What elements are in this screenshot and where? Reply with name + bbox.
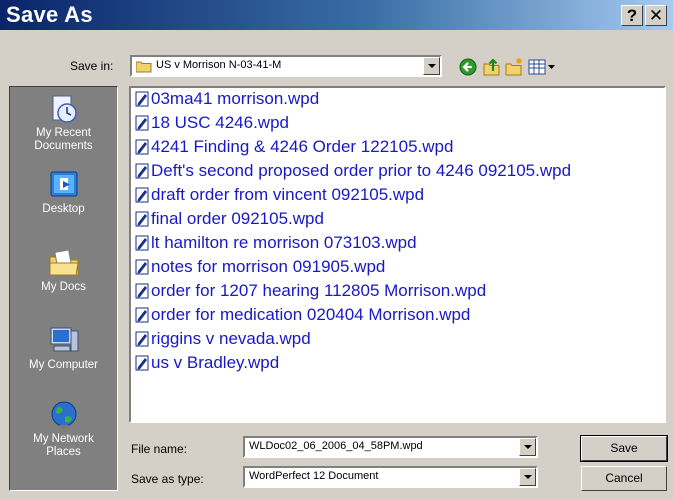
file-name: Deft's second proposed order prior to 42… — [151, 161, 572, 180]
save-as-type-dropdown[interactable]: WordPerfect 12 Document — [243, 466, 538, 488]
file-name: order for medication 020404 Morrison.wpd — [151, 305, 471, 324]
file-name: lt hamilton re morrison 073103.wpd — [151, 233, 417, 252]
place-label: My Network Places — [33, 433, 94, 458]
wpd-file-icon — [135, 115, 149, 131]
file-name-input[interactable]: WLDoc02_06_2006_04_58PM.wpd — [243, 436, 538, 458]
wpd-file-icon — [135, 211, 149, 227]
chevron-down-icon[interactable] — [423, 57, 440, 75]
file-name: draft order from vincent 092105.wpd — [151, 185, 425, 204]
folder-icon — [136, 61, 152, 73]
wpd-file-icon — [135, 355, 149, 371]
place-label: My Recent Documents — [34, 127, 93, 152]
place-desktop[interactable]: Desktop — [10, 169, 117, 216]
chevron-down-icon[interactable] — [519, 438, 536, 456]
my-docs-icon — [49, 249, 79, 276]
file-list[interactable]: 03ma41 morrison.wpd 18 USC 4246.wpd 4241… — [129, 86, 666, 423]
wpd-file-icon — [135, 235, 149, 251]
file-name-label: File name: — [131, 442, 188, 456]
place-label: My Docs — [41, 281, 86, 293]
my-computer-icon — [50, 327, 78, 352]
save-button[interactable]: Save — [580, 435, 668, 462]
recent-documents-icon — [52, 95, 77, 123]
file-name: final order 092105.wpd — [151, 209, 324, 228]
cancel-button[interactable]: Cancel — [581, 466, 667, 491]
save-in-value: US v Morrison N-03-41-M — [156, 59, 282, 71]
file-name: 4241 Finding & 4246 Order 122105.wpd — [151, 137, 454, 156]
wpd-file-icon — [135, 163, 149, 179]
up-folder-icon[interactable] — [482, 57, 502, 77]
place-label: My Computer — [28, 359, 99, 371]
file-name: 03ma41 morrison.wpd — [151, 89, 320, 108]
save-in-dropdown[interactable]: US v Morrison N-03-41-M — [130, 55, 442, 77]
place-my-computer[interactable]: My Computer — [10, 325, 117, 372]
new-folder-icon[interactable] — [504, 57, 524, 77]
file-name: order for 1207 hearing 112805 Morrison.w… — [151, 281, 487, 300]
network-places-icon — [51, 401, 76, 429]
place-recent-documents[interactable]: My Recent Documents — [10, 93, 117, 153]
wpd-file-icon — [135, 91, 149, 107]
place-network[interactable]: My Network Places — [10, 399, 117, 459]
wpd-file-icon — [135, 307, 149, 323]
wpd-file-icon — [135, 187, 149, 203]
place-label: Desktop — [42, 203, 85, 215]
file-name: 18 USC 4246.wpd — [151, 113, 289, 132]
file-name: notes for morrison 091905.wpd — [151, 257, 386, 276]
back-arrow-icon[interactable] — [458, 57, 478, 77]
save-as-type-value: WordPerfect 12 Document — [249, 470, 379, 482]
place-my-docs[interactable]: My Docs — [10, 247, 117, 294]
wpd-file-icon — [135, 259, 149, 275]
title-bar[interactable]: Save As ? ✕ — [0, 0, 673, 30]
help-button[interactable]: ? — [621, 5, 643, 26]
file-name: us v Bradley.wpd — [151, 353, 280, 372]
save-as-type-label: Save as type: — [131, 472, 204, 486]
places-bar: My Recent Documents Desktop My Docs My C… — [9, 86, 118, 491]
wpd-file-icon — [135, 283, 149, 299]
save-in-label: Save in: — [70, 59, 114, 73]
file-name: riggins v nevada.wpd — [151, 329, 311, 348]
wpd-file-icon — [135, 331, 149, 347]
close-button[interactable]: ✕ — [645, 5, 667, 26]
desktop-icon — [50, 171, 77, 197]
chevron-down-icon[interactable] — [519, 468, 536, 486]
file-name-value: WLDoc02_06_2006_04_58PM.wpd — [249, 440, 423, 452]
window-title: Save As — [6, 2, 93, 27]
wpd-file-icon — [135, 139, 149, 155]
views-menu-icon[interactable] — [528, 57, 558, 77]
